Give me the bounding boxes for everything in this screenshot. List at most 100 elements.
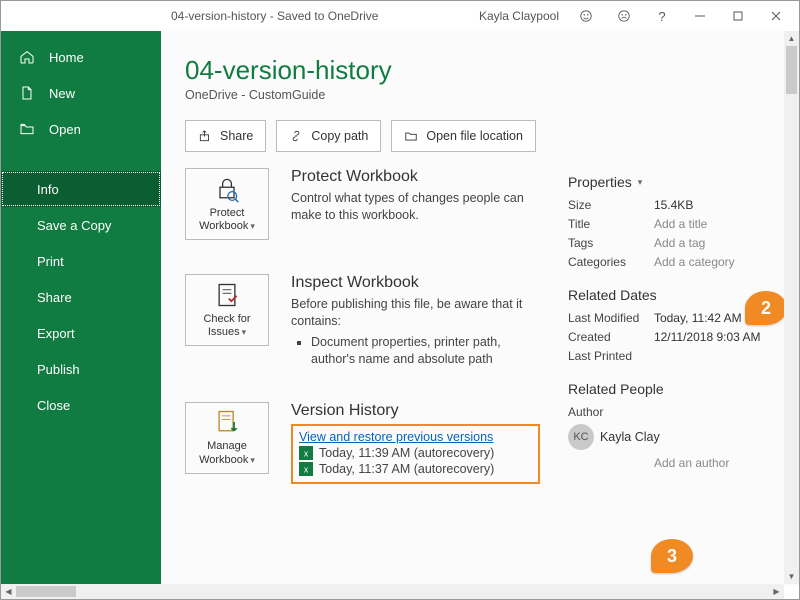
- horizontal-scrollbar[interactable]: ◀ ▶: [1, 584, 784, 599]
- title-controls: ?: [567, 2, 795, 30]
- inspect-content: Inspect Workbook Before publishing this …: [291, 274, 540, 368]
- nav-saveacopy-label: Save a Copy: [37, 218, 111, 233]
- nav-home[interactable]: Home: [1, 39, 161, 75]
- scroll-right-icon[interactable]: ▶: [769, 584, 784, 599]
- nav-close[interactable]: Close: [1, 387, 161, 423]
- version-item-2[interactable]: x Today, 11:37 AM (autorecovery): [299, 462, 532, 476]
- check-issues-label: Check for Issues: [186, 313, 268, 339]
- share-icon: [198, 129, 212, 143]
- scroll-left-icon[interactable]: ◀: [1, 584, 16, 599]
- content: 04-version-history OneDrive - CustomGuid…: [161, 31, 799, 586]
- author-name: Kayla Clay: [600, 430, 660, 444]
- open-location-button[interactable]: Open file location: [391, 120, 536, 152]
- title-value[interactable]: Add a title: [654, 217, 707, 231]
- svg-text:x: x: [304, 464, 309, 474]
- categories-value[interactable]: Add a category: [654, 255, 735, 269]
- scroll-up-icon[interactable]: ▲: [784, 31, 799, 46]
- open-location-label: Open file location: [426, 129, 523, 143]
- folder-icon: [404, 129, 418, 143]
- version-row: Manage Workbook Version History View and…: [185, 402, 540, 484]
- version-item-1[interactable]: x Today, 11:39 AM (autorecovery): [299, 446, 532, 460]
- feedback-frown-icon[interactable]: [605, 2, 643, 30]
- nav-share[interactable]: Share: [1, 279, 161, 315]
- tags-label: Tags: [568, 236, 654, 250]
- last-modified-label: Last Modified: [568, 311, 654, 325]
- scroll-down-icon[interactable]: ▼: [784, 569, 799, 584]
- last-printed-label: Last Printed: [568, 349, 654, 363]
- related-dates-heading: Related Dates: [568, 287, 775, 303]
- last-modified-value: Today, 11:42 AM: [654, 311, 742, 325]
- version-heading: Version History: [291, 402, 540, 420]
- nav-print-label: Print: [37, 254, 64, 269]
- author-avatar: KC: [568, 424, 594, 450]
- callout-2: 2: [745, 291, 787, 325]
- nav-print[interactable]: Print: [1, 243, 161, 279]
- inspect-heading: Inspect Workbook: [291, 274, 540, 292]
- titlebar: 04-version-history - Saved to OneDrive K…: [1, 1, 799, 31]
- nav-share-label: Share: [37, 290, 72, 305]
- related-people-heading: Related People: [568, 381, 775, 397]
- protect-body: Control what types of changes people can…: [291, 190, 540, 224]
- close-button[interactable]: [757, 2, 795, 30]
- nav-open-label: Open: [49, 122, 81, 137]
- categories-label: Categories: [568, 255, 654, 269]
- author-row[interactable]: KC Kayla Clay: [568, 424, 775, 450]
- protect-workbook-button[interactable]: Protect Workbook: [185, 168, 269, 240]
- protect-button-label: Protect Workbook: [186, 207, 268, 233]
- title-label: Title: [568, 217, 654, 231]
- version-history-box: View and restore previous versions x Tod…: [291, 424, 540, 484]
- inspect-bullet-1: Document properties, printer path, autho…: [311, 334, 540, 368]
- scroll-thumb[interactable]: [786, 46, 797, 94]
- view-restore-link[interactable]: View and restore previous versions: [299, 430, 493, 444]
- nav-export-label: Export: [37, 326, 75, 341]
- protect-row: Protect Workbook Protect Workbook Contro…: [185, 168, 540, 240]
- tags-value[interactable]: Add a tag: [654, 236, 705, 250]
- maximize-button[interactable]: [719, 2, 757, 30]
- version-content: Version History View and restore previou…: [291, 402, 540, 484]
- manage-workbook-button[interactable]: Manage Workbook: [185, 402, 269, 474]
- properties-heading[interactable]: Properties: [568, 174, 775, 190]
- properties-column: Properties Size15.4KB TitleAdd a title T…: [568, 168, 775, 484]
- share-label: Share: [220, 129, 253, 143]
- size-value: 15.4KB: [654, 198, 693, 212]
- author-label: Author: [568, 405, 654, 419]
- nav-info-label: Info: [37, 182, 59, 197]
- nav-save-a-copy[interactable]: Save a Copy: [1, 207, 161, 243]
- nav-home-label: Home: [49, 50, 84, 65]
- share-button[interactable]: Share: [185, 120, 266, 152]
- page-title: 04-version-history: [185, 55, 775, 86]
- scroll-thumb-h[interactable]: [16, 586, 76, 597]
- nav-info[interactable]: Info: [1, 171, 161, 207]
- manage-workbook-label: Manage Workbook: [186, 440, 268, 466]
- help-button[interactable]: ?: [643, 2, 681, 30]
- nav-new[interactable]: New: [1, 75, 161, 111]
- created-value: 12/11/2018 9:03 AM: [654, 330, 761, 344]
- minimize-button[interactable]: [681, 2, 719, 30]
- user-name: Kayla Claypool: [479, 9, 559, 23]
- created-label: Created: [568, 330, 654, 344]
- nav-export[interactable]: Export: [1, 315, 161, 351]
- home-icon: [19, 49, 35, 65]
- lock-icon: [213, 175, 241, 203]
- nav-publish[interactable]: Publish: [1, 351, 161, 387]
- svg-text:x: x: [304, 448, 309, 458]
- copy-path-button[interactable]: Copy path: [276, 120, 381, 152]
- size-label: Size: [568, 198, 654, 212]
- nav-open[interactable]: Open: [1, 111, 161, 147]
- action-row: Share Copy path Open file location: [185, 120, 775, 152]
- copy-path-label: Copy path: [311, 129, 368, 143]
- feedback-smile-icon[interactable]: [567, 2, 605, 30]
- page-subtitle: OneDrive - CustomGuide: [185, 88, 775, 102]
- inspect-row: Check for Issues Inspect Workbook Before…: [185, 274, 540, 368]
- new-icon: [19, 85, 35, 101]
- inspect-icon: [213, 281, 241, 309]
- protect-heading: Protect Workbook: [291, 168, 540, 186]
- excel-file-icon: x: [299, 462, 313, 476]
- vertical-scrollbar[interactable]: ▲ ▼: [784, 31, 799, 584]
- sidebar: Home New Open Info Save a Copy Print Sha…: [1, 31, 161, 586]
- check-issues-button[interactable]: Check for Issues: [185, 274, 269, 346]
- inspect-body: Before publishing this file, be aware th…: [291, 296, 540, 330]
- nav-publish-label: Publish: [37, 362, 80, 377]
- copy-path-icon: [289, 129, 303, 143]
- add-author[interactable]: Add an author: [654, 456, 729, 470]
